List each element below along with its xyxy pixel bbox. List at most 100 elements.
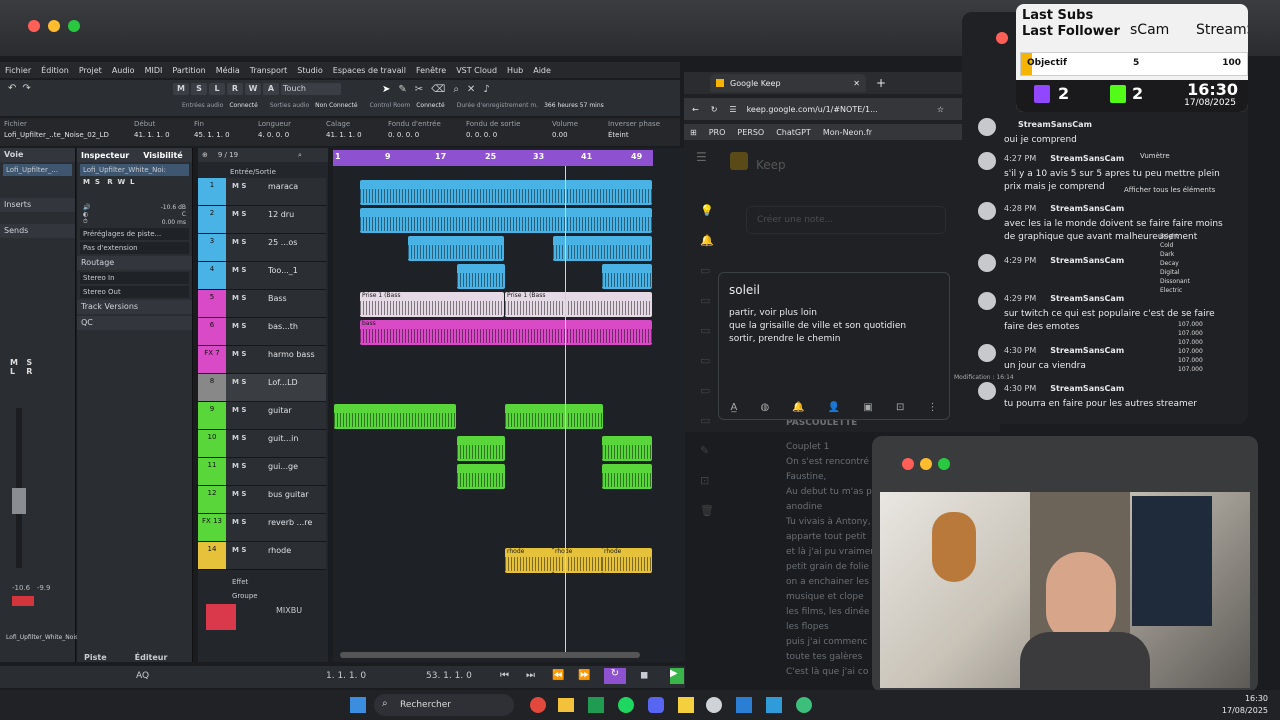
inspector-pan-value[interactable]: C — [182, 211, 186, 218]
menu-partition[interactable]: Partition — [172, 66, 205, 75]
track-row[interactable]: 3 M S 25 ...os — [198, 234, 326, 262]
inspector-preset-select[interactable]: Préréglages de piste... — [80, 228, 189, 240]
note-title[interactable]: soleil — [729, 283, 949, 297]
audio-clip[interactable]: rhode — [553, 548, 603, 573]
preset-dark[interactable]: Dark — [1160, 250, 1190, 259]
voie-record-button[interactable] — [12, 596, 34, 606]
track-mute-solo[interactable]: M S — [232, 518, 246, 526]
info-debut[interactable]: Début 41. 1. 1. 0 — [134, 120, 170, 139]
folder-groupe[interactable]: Groupe — [232, 592, 258, 600]
pencil-tool-icon[interactable]: ✎ — [398, 84, 406, 95]
stop-icon[interactable]: ◼ — [640, 670, 648, 681]
track-mute-solo[interactable]: M S — [232, 238, 246, 246]
cam-minimize-icon[interactable] — [920, 458, 932, 470]
label-icon-5[interactable]: ▭ — [700, 376, 714, 406]
app-icon-10[interactable] — [796, 697, 812, 713]
audio-clip[interactable] — [360, 180, 652, 205]
inspector-route-in[interactable]: Stereo In — [80, 272, 189, 284]
audio-clip[interactable]: rhode — [505, 548, 553, 573]
info-fondu-entree[interactable]: Fondu d'entrée 0. 0. 0. 0 — [388, 120, 441, 139]
show-all-label[interactable]: Afficher tous les éléments — [1124, 186, 1215, 194]
track-name[interactable]: Lof...LD — [268, 378, 298, 387]
track-name[interactable]: 12 dru — [268, 210, 294, 219]
track-mute-solo[interactable]: M S — [232, 210, 246, 218]
audio-clip[interactable]: Prise 1 (Bass — [360, 292, 504, 317]
cam-maximize-icon[interactable] — [938, 458, 950, 470]
windows-start-icon[interactable] — [350, 697, 366, 713]
close-tab-icon[interactable]: ✕ — [853, 79, 860, 88]
go-start-icon[interactable]: ⏮ — [500, 670, 509, 681]
automation-mode-select[interactable]: Touch — [281, 83, 341, 95]
solo-all-button[interactable]: S — [191, 83, 207, 95]
forward-icon[interactable]: ⏩ — [578, 670, 590, 681]
undo-icon[interactable]: ↶ — [8, 83, 16, 94]
track-name[interactable]: 25 ...os — [268, 238, 297, 247]
menu-vstcloud[interactable]: VST Cloud — [456, 66, 497, 75]
track-name[interactable]: guit...in — [268, 434, 298, 443]
chat-user[interactable]: StreamSansCam — [1018, 120, 1092, 129]
bookmark-chatgpt[interactable]: ChatGPT — [776, 128, 811, 137]
url-field[interactable]: keep.google.com/u/1/#NOTE/1... — [747, 105, 878, 114]
bookmark-pro[interactable]: PRO — [709, 128, 726, 137]
chrome-icon[interactable] — [530, 697, 546, 713]
speaker-tool-icon[interactable]: ♪ — [483, 84, 489, 95]
site-info-icon[interactable]: ☰ — [729, 105, 736, 114]
track-name[interactable]: reverb ...re — [268, 518, 312, 527]
bookmark-neon[interactable]: Mon-Neon.fr — [823, 128, 872, 137]
play-icon[interactable]: ▶ — [670, 668, 684, 684]
track-mute-solo[interactable]: M S — [232, 406, 246, 414]
track-mute-solo[interactable]: M S — [232, 266, 246, 274]
track-mute-solo[interactable]: M S — [232, 182, 246, 190]
menu-audio[interactable]: Audio — [112, 66, 135, 75]
note-line-2[interactable]: que la grisaille de ville et son quotidi… — [729, 321, 949, 331]
track-row[interactable]: 1 M S maraca — [198, 178, 326, 206]
menu-projet[interactable]: Projet — [79, 66, 102, 75]
chat-user[interactable]: StreamSansCam — [1050, 346, 1124, 355]
master-name[interactable]: MIXBU — [276, 606, 302, 615]
rewind-icon[interactable]: ⏪ — [552, 670, 564, 681]
write-button[interactable]: W — [245, 83, 261, 95]
close-window-icon[interactable] — [28, 20, 40, 32]
audio-clip[interactable] — [334, 404, 456, 429]
audio-clip[interactable] — [457, 464, 505, 489]
playhead[interactable] — [565, 166, 566, 652]
track-name[interactable]: guitar — [268, 406, 292, 415]
format-icon[interactable]: A̲ — [731, 402, 738, 413]
preset-decay[interactable]: Decay — [1160, 259, 1190, 268]
audio-clip[interactable] — [602, 436, 652, 461]
label-icon-4[interactable]: ▭ — [700, 346, 714, 376]
menu-fenetre[interactable]: Fenêtre — [416, 66, 446, 75]
info-inverser-phase[interactable]: Inverser phase Éteint — [608, 120, 660, 139]
preset-dissonant[interactable]: Dissonant — [1160, 277, 1190, 286]
vumetre-label[interactable]: Vumètre — [1140, 152, 1170, 160]
mute-all-button[interactable]: M — [173, 83, 189, 95]
tab-piste[interactable]: Piste — [84, 653, 107, 662]
cursor-tool-icon[interactable]: ➤ — [382, 84, 390, 95]
track-row[interactable]: 4 M S Too..._1 — [198, 262, 326, 290]
audio-clip[interactable]: Prise 1 (Bass — [505, 292, 652, 317]
cam-close-icon[interactable] — [902, 458, 914, 470]
add-track-icon[interactable]: ⊕ — [202, 151, 208, 159]
track-mute-solo[interactable]: M S — [232, 434, 246, 442]
track-name[interactable]: Too..._1 — [268, 266, 298, 275]
tab-voie[interactable]: Voie — [0, 148, 75, 162]
menu-aide[interactable]: Aide — [533, 66, 551, 75]
maximize-window-icon[interactable] — [68, 20, 80, 32]
discord-icon[interactable] — [648, 697, 664, 713]
chat-close-icon[interactable] — [996, 32, 1008, 44]
app-icon-9[interactable] — [766, 697, 782, 713]
tab-visibilite[interactable]: Visibilité — [143, 151, 183, 160]
tab-editeur[interactable]: Éditeur — [135, 653, 168, 662]
inspector-volume-value[interactable]: -10.6 dB — [161, 204, 186, 211]
track-row[interactable]: 9 M S guitar — [198, 402, 326, 430]
audio-clip[interactable] — [602, 264, 652, 289]
excel-icon[interactable] — [588, 697, 604, 713]
audio-clip[interactable] — [457, 264, 505, 289]
inspector-route-out[interactable]: Stereo Out — [80, 286, 189, 298]
browser-tab-keep[interactable]: Google Keep ✕ — [710, 74, 866, 92]
voie-ms-buttons[interactable]: M SL R — [10, 358, 32, 376]
voie-track-name[interactable]: Lofi_Upfilter_... — [3, 164, 72, 176]
note-line-3[interactable]: sortir, prendre le chemin — [729, 334, 949, 344]
read-button[interactable]: R — [227, 83, 243, 95]
edit-labels-icon[interactable]: ✎ — [700, 436, 714, 466]
